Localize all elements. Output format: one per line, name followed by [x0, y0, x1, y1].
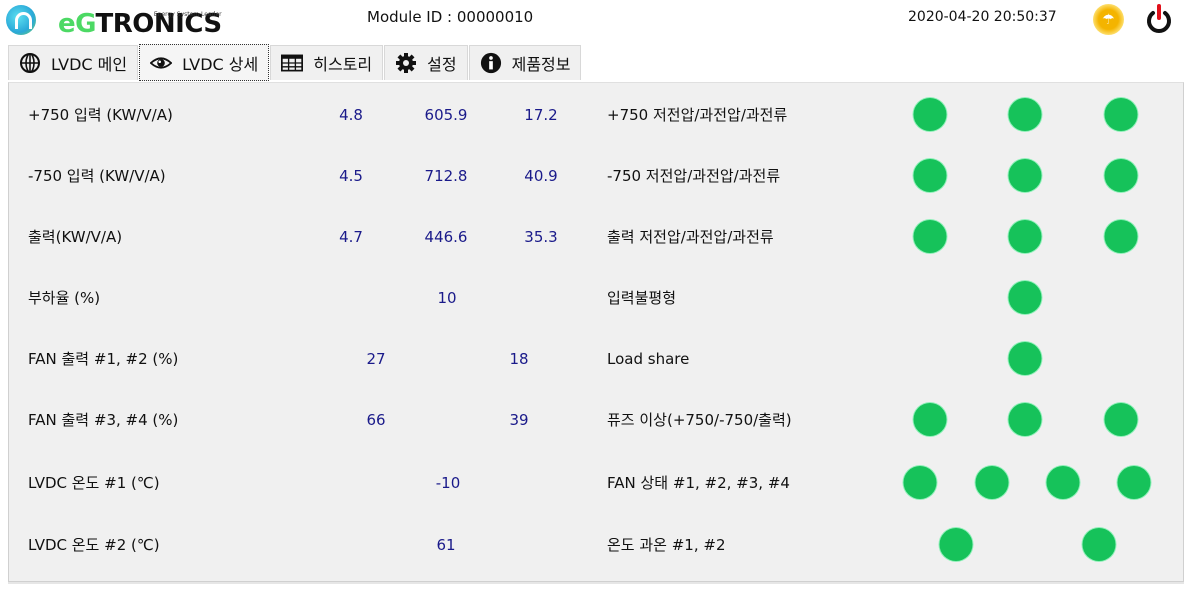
status-row: FAN 상태 #1, #2, #3, #4: [9, 466, 1183, 499]
status-led: [1008, 403, 1042, 436]
status-led: [1104, 159, 1138, 192]
status-led: [1008, 220, 1042, 253]
status-label: 출력 저전압/과전압/과전류: [607, 228, 774, 246]
status-row: 퓨즈 이상(+750/-750/출력): [9, 403, 1183, 436]
status-led: [1082, 528, 1116, 561]
status-label: 온도 과온 #1, #2: [607, 536, 726, 554]
status-led: [1104, 98, 1138, 131]
logo-eg: eG: [58, 9, 96, 39]
status-row: -750 저전압/과전압/과전류: [9, 159, 1183, 192]
tab-lvdc-main[interactable]: LVDC 메인: [8, 45, 139, 80]
power-icon[interactable]: [1144, 4, 1174, 34]
tab-label: 히스토리: [313, 55, 373, 74]
status-led: [913, 403, 947, 436]
info-icon: [480, 52, 502, 74]
status-led: [1117, 466, 1151, 499]
tab-settings[interactable]: 설정: [384, 45, 468, 80]
logo-wordmark: Energy System Leader eGTRONICS: [58, 11, 222, 37]
status-label: Load share: [607, 350, 690, 368]
tab-bar: LVDC 메인 LVDC 상세 히스토리 설정 제품정보: [8, 44, 582, 83]
status-row: 입력불평형: [9, 281, 1183, 314]
status-led: [913, 98, 947, 131]
detail-panel: +750 입력 (KW/V/A) 4.8 605.9 17.2 -750 입력 …: [8, 82, 1184, 582]
status-label: +750 저전압/과전압/과전류: [607, 106, 788, 124]
status-led: [913, 220, 947, 253]
status-led: [1008, 98, 1042, 131]
tab-label: LVDC 상세: [182, 54, 259, 74]
logo-tagline: Energy System Leader: [153, 11, 222, 18]
status-led: [903, 466, 937, 499]
status-led: [1008, 281, 1042, 314]
status-led: [913, 159, 947, 192]
status-row: 온도 과온 #1, #2: [9, 528, 1183, 561]
status-row: 출력 저전압/과전압/과전류: [9, 220, 1183, 253]
status-led: [975, 466, 1009, 499]
status-led: [1104, 220, 1138, 253]
status-led: [939, 528, 973, 561]
egtronics-logo: Energy System Leader eGTRONICS: [6, 2, 222, 38]
tab-label: LVDC 메인: [51, 55, 128, 74]
status-label: FAN 상태 #1, #2, #3, #4: [607, 474, 790, 492]
status-led: [1008, 342, 1042, 375]
tab-label: 제품정보: [511, 55, 571, 74]
status-label: 입력불평형: [607, 289, 677, 307]
status-row: +750 저전압/과전압/과전류: [9, 98, 1183, 131]
top-bar: Energy System Leader eGTRONICS Module ID…: [0, 0, 1192, 42]
status-label: 퓨즈 이상(+750/-750/출력): [607, 411, 792, 429]
table-icon: [281, 52, 304, 74]
datetime: 2020-04-20 20:50:37: [908, 9, 1057, 25]
status-led: [1104, 403, 1138, 436]
status-label: -750 저전압/과전압/과전류: [607, 167, 781, 185]
gear-icon: [395, 52, 417, 74]
weather-icon[interactable]: ☂: [1093, 4, 1124, 35]
status-row: Load share: [9, 342, 1183, 375]
eye-icon: [150, 52, 173, 74]
tab-product-info[interactable]: 제품정보: [468, 45, 582, 80]
module-id: Module ID : 00000010: [367, 8, 534, 26]
logo-mark-icon: [6, 5, 36, 35]
status-led: [1046, 466, 1080, 499]
tab-label: 설정: [427, 55, 457, 74]
globe-icon: [19, 52, 41, 74]
tab-history[interactable]: 히스토리: [270, 45, 384, 80]
status-led: [1008, 159, 1042, 192]
tab-lvdc-detail[interactable]: LVDC 상세: [139, 44, 270, 81]
